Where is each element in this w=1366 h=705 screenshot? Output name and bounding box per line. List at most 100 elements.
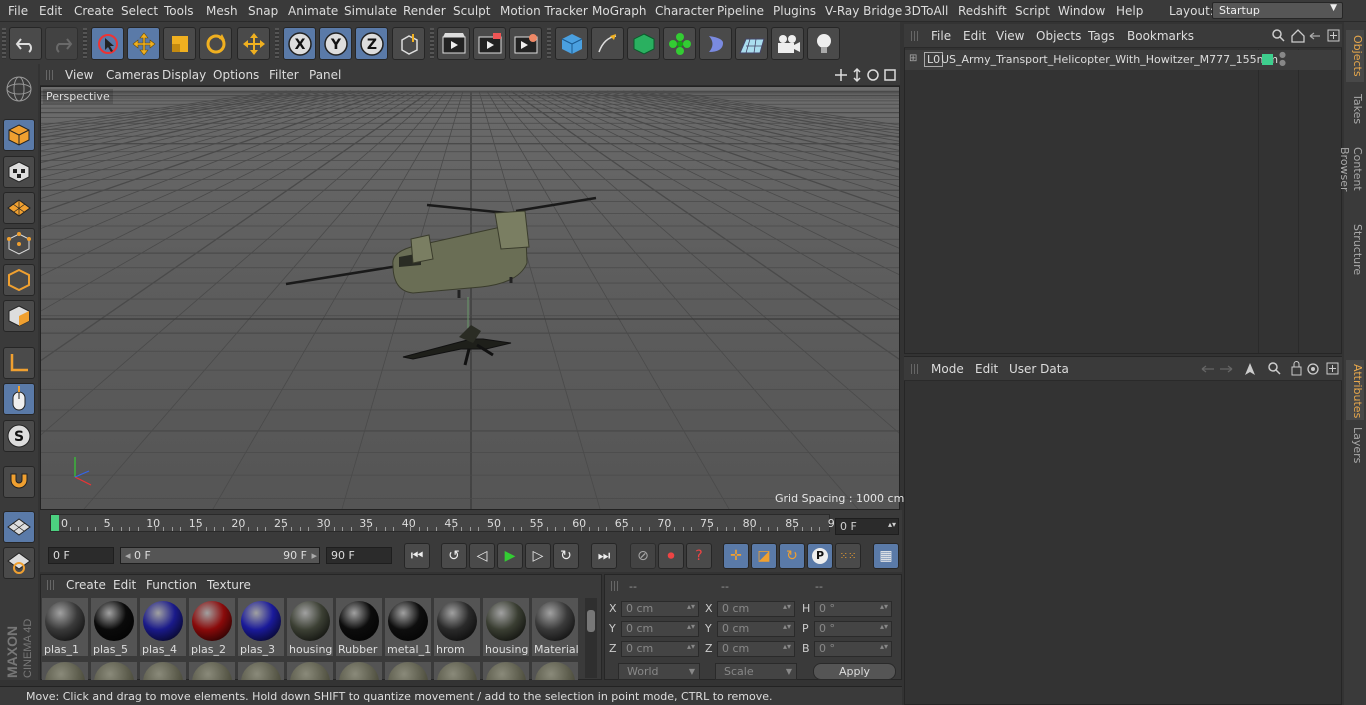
menu-redshift[interactable]: Redshift (958, 4, 1007, 18)
material-swatch[interactable]: housing (287, 598, 333, 656)
menu-tools[interactable]: Tools (164, 4, 194, 18)
menu-vray-bridge[interactable]: V-Ray Bridge (825, 4, 902, 18)
object-menu-file[interactable]: File (931, 29, 951, 43)
material-menu-create[interactable]: Create (66, 578, 106, 592)
tab-content-browser[interactable]: Content Browser (1338, 122, 1364, 216)
stepper-arrows-icon[interactable]: ▴▾ (687, 622, 695, 631)
object-menu-tags[interactable]: Tags (1088, 29, 1115, 43)
key-parameter-icon[interactable]: P (807, 543, 833, 569)
material-swatch[interactable]: housing (483, 598, 529, 656)
coordinate-field[interactable]: 0 cm ▴▾ (621, 621, 699, 637)
menu-simulate[interactable]: Simulate (344, 4, 397, 18)
menu-render[interactable]: Render (403, 4, 446, 18)
previous-key-icon[interactable]: ↺ (441, 543, 467, 569)
viewport-menu-filter[interactable]: Filter (269, 68, 299, 82)
object-menu-edit[interactable]: Edit (963, 29, 986, 43)
viewport-menu-view[interactable]: View (65, 68, 93, 82)
deformer-icon[interactable] (699, 27, 732, 60)
key-rotation-icon[interactable]: ↻ (779, 543, 805, 569)
y-axis-lock-icon[interactable]: Y (319, 27, 352, 60)
coordinate-field[interactable]: 0 cm ▴▾ (621, 601, 699, 617)
locked-workplane-icon[interactable] (3, 547, 35, 579)
material-swatch[interactable]: plas_5 (91, 598, 137, 656)
menu-help[interactable]: Help (1116, 4, 1143, 18)
workplane-lock-icon[interactable] (3, 511, 35, 543)
scale-icon[interactable] (163, 27, 196, 60)
coordinate-field[interactable]: 0 cm ▴▾ (717, 601, 795, 617)
stepper-arrows-icon[interactable]: ▴▾ (783, 602, 791, 611)
material-swatch[interactable] (483, 662, 529, 680)
next-key-icon[interactable]: ↻ (553, 543, 579, 569)
camera-icon[interactable] (771, 27, 804, 60)
tab-structure[interactable]: Structure (1346, 220, 1364, 275)
previous-frame-icon[interactable]: ◁ (469, 543, 495, 569)
autokey-icon[interactable]: ⏺ (658, 543, 684, 569)
material-swatch[interactable]: Rubber (336, 598, 382, 656)
coordinate-field[interactable]: 0 ° ▴▾ (814, 601, 892, 617)
attribute-menu-mode[interactable]: Mode (931, 362, 964, 376)
object-name[interactable]: US_Army_Transport_Helicopter_With_Howitz… (941, 53, 1278, 66)
tab-attributes[interactable]: Attributes (1346, 360, 1364, 420)
stepper-arrows-icon[interactable]: ▴▾ (783, 642, 791, 651)
model-mode-icon[interactable] (3, 119, 35, 151)
material-swatch[interactable] (287, 662, 333, 680)
menu-file[interactable]: File (8, 4, 28, 18)
timeline-ruler[interactable]: 051015202530354045505560657075808590 (50, 514, 842, 532)
object-row[interactable]: ⊞ L0 US_Army_Transport_Helicopter_With_H… (905, 50, 1341, 70)
make-editable-icon[interactable] (3, 73, 35, 105)
snapping-icon[interactable] (3, 466, 35, 498)
coordinate-field[interactable]: 0 cm ▴▾ (717, 621, 795, 637)
material-swatch[interactable] (42, 662, 88, 680)
viewport-nav-icons[interactable] (835, 67, 899, 83)
menu-motion-tracker[interactable]: Motion Tracker (500, 4, 588, 18)
material-menu-edit[interactable]: Edit (113, 578, 136, 592)
rotate-icon[interactable] (199, 27, 232, 60)
material-swatch[interactable] (140, 662, 186, 680)
material-swatch[interactable]: plas_1 (42, 598, 88, 656)
material-swatch[interactable] (434, 662, 480, 680)
pen-spline-icon[interactable] (591, 27, 624, 60)
stepper-arrows-icon[interactable]: ▴▾ (687, 602, 695, 611)
key-pla-icon[interactable]: ⁙⁙ (835, 543, 861, 569)
coordinate-field[interactable]: 0 ° ▴▾ (814, 621, 892, 637)
material-swatch[interactable] (336, 662, 382, 680)
playhead[interactable] (51, 515, 59, 531)
coordinate-scale-select[interactable]: Scale ▼ (715, 663, 797, 680)
menu-mograph[interactable]: MoGraph (592, 4, 647, 18)
tab-objects[interactable]: Objects (1346, 30, 1364, 82)
layer-color-swatch[interactable] (1262, 54, 1273, 65)
coordinate-field[interactable]: 0 ° ▴▾ (814, 641, 892, 657)
menu-animate[interactable]: Animate (288, 4, 338, 18)
keyframe-selection-icon[interactable]: ? (686, 543, 712, 569)
render-picture-viewer-icon[interactable] (473, 27, 506, 60)
redo-icon[interactable] (45, 27, 78, 60)
material-swatch[interactable]: Material (532, 598, 578, 656)
x-axis-lock-icon[interactable]: X (283, 27, 316, 60)
render-view-icon[interactable] (437, 27, 470, 60)
object-menu-objects[interactable]: Objects (1036, 29, 1081, 43)
end-frame-field[interactable]: 90 F (326, 547, 392, 564)
attribute-toolbar-icons[interactable] (1200, 361, 1340, 377)
viewport-menu-panel[interactable]: Panel (309, 68, 341, 82)
coordinate-field[interactable]: 0 cm ▴▾ (621, 641, 699, 657)
material-swatch[interactable] (238, 662, 284, 680)
z-axis-lock-icon[interactable]: Z (355, 27, 388, 60)
cloner-icon[interactable] (663, 27, 696, 60)
material-menu-texture[interactable]: Texture (207, 578, 251, 592)
record-keys-icon[interactable]: ⊘ (630, 543, 656, 569)
frame-range-slider[interactable]: ◂ 0 F 90 F ▸ (120, 547, 320, 564)
menu-mesh[interactable]: Mesh (206, 4, 238, 18)
expand-icon[interactable]: ⊞ (909, 53, 917, 64)
coordinate-field[interactable]: 0 cm ▴▾ (717, 641, 795, 657)
go-to-start-icon[interactable]: ⏮ (404, 543, 430, 569)
object-toolbar-icons[interactable] (1272, 28, 1340, 44)
layout-select[interactable]: Startup ▼ (1212, 2, 1343, 19)
coordinate-mode-select[interactable]: World ▼ (618, 663, 700, 680)
menu-select[interactable]: Select (121, 4, 158, 18)
light-icon[interactable] (807, 27, 840, 60)
axis-mode-icon[interactable] (3, 347, 35, 379)
visibility-dots-icon[interactable]: ● ● (1279, 51, 1286, 67)
attribute-menu-user-data[interactable]: User Data (1009, 362, 1069, 376)
workplane-icon[interactable] (3, 192, 35, 224)
material-swatch[interactable] (189, 662, 235, 680)
